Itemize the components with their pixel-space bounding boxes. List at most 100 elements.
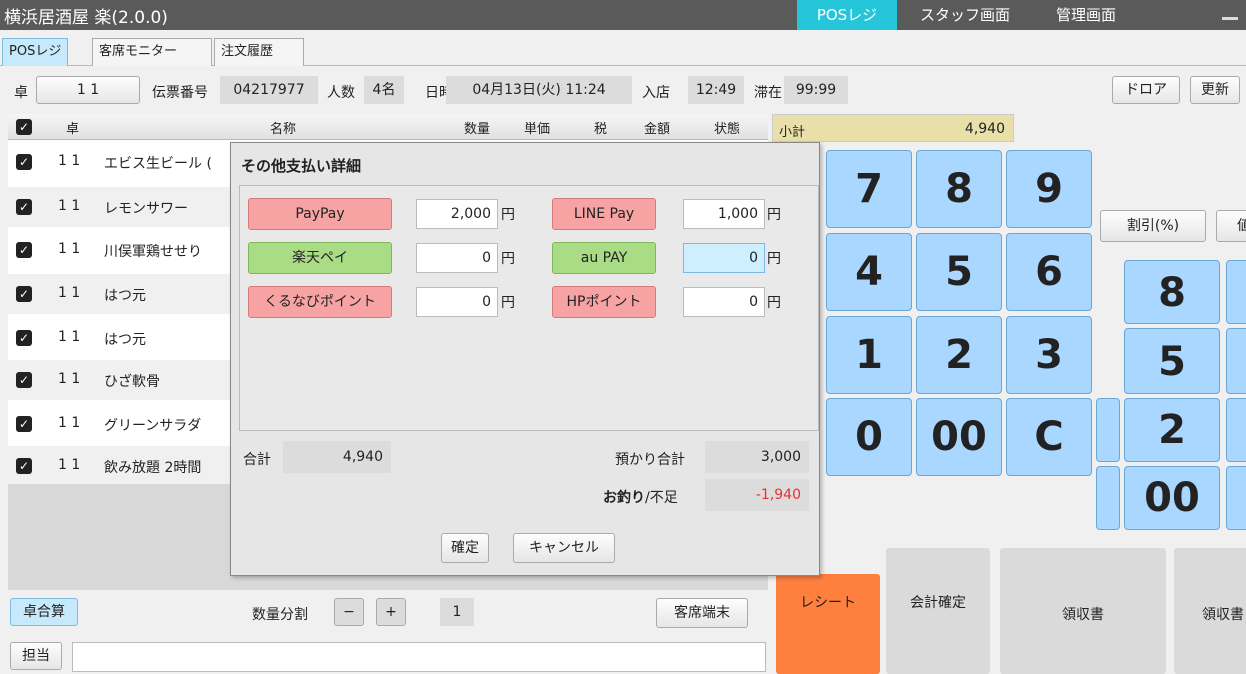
merge-tables-button[interactable]: 卓合算 <box>10 598 78 626</box>
row-table: 1 1 <box>58 153 81 169</box>
row-checkbox[interactable]: ✓ <box>16 154 32 170</box>
key-3[interactable]: 3 <box>1006 316 1092 394</box>
bg-key-left[interactable] <box>1096 466 1120 530</box>
yen-unit: 円 <box>767 251 781 267</box>
qty-minus-button[interactable]: − <box>334 598 364 626</box>
subtotal-label: 小計 <box>779 125 806 140</box>
bg-key-right[interactable] <box>1226 260 1246 324</box>
paypay-button[interactable]: PayPay <box>248 198 392 230</box>
invoice-button-2[interactable]: 領収書 <box>1174 548 1246 674</box>
bg-key-8[interactable]: 8 <box>1124 260 1220 324</box>
key-4[interactable]: 4 <box>826 233 912 311</box>
row-table: 1 1 <box>58 457 81 473</box>
total-value: 4,940 <box>283 441 391 473</box>
row-checkbox[interactable]: ✓ <box>16 199 32 215</box>
col-name: 名称 <box>270 122 297 137</box>
row-item-name: 飲み放題 2時間 <box>104 460 202 476</box>
select-all-checkbox[interactable]: ✓ <box>16 119 32 135</box>
hp-point-button[interactable]: HPポイント <box>552 286 656 318</box>
bg-key-5[interactable]: 5 <box>1124 328 1220 394</box>
refresh-button[interactable]: 更新 <box>1190 76 1240 104</box>
cancel-button[interactable]: キャンセル <box>513 533 615 563</box>
row-checkbox[interactable]: ✓ <box>16 330 32 346</box>
key-8[interactable]: 8 <box>916 150 1002 228</box>
aupay-button[interactable]: au PAY <box>552 242 656 274</box>
change-label-rest: /不足 <box>645 490 678 506</box>
key-2[interactable]: 2 <box>916 316 1002 394</box>
dialog-title: その他支払い詳細 <box>241 157 362 175</box>
key-6[interactable]: 6 <box>1006 233 1092 311</box>
key-clear[interactable]: C <box>1006 398 1092 476</box>
people-value: 4名 <box>364 76 404 104</box>
aupay-amount-input[interactable]: 0 <box>683 243 765 273</box>
qty-plus-button[interactable]: + <box>376 598 406 626</box>
row-table: 1 1 <box>58 329 81 345</box>
tab-pos[interactable]: POSレジ <box>2 38 69 66</box>
nav-staff[interactable]: スタッフ画面 <box>900 0 1030 30</box>
row-checkbox[interactable]: ✓ <box>16 242 32 258</box>
yen-unit: 円 <box>767 295 781 311</box>
staff-button[interactable]: 担当 <box>10 642 62 670</box>
bg-key-left[interactable] <box>1096 398 1120 462</box>
key-00[interactable]: 00 <box>916 398 1002 476</box>
change-value: -1,940 <box>705 479 809 511</box>
row-table: 1 1 <box>58 371 81 387</box>
receipt-button[interactable]: レシート <box>776 574 880 674</box>
rakuten-pay-button[interactable]: 楽天ペイ <box>248 242 392 274</box>
drawer-button[interactable]: ドロア <box>1112 76 1180 104</box>
row-checkbox[interactable]: ✓ <box>16 416 32 432</box>
table-select-button[interactable]: 1 1 <box>36 76 140 104</box>
tab-order-history[interactable]: 注文履歴 <box>214 38 304 66</box>
nav-admin[interactable]: 管理画面 <box>1036 0 1136 30</box>
gurunavi-point-button[interactable]: くるなびポイント <box>248 286 392 318</box>
checkout-confirm-button[interactable]: 会計確定 <box>886 548 990 674</box>
row-checkbox[interactable]: ✓ <box>16 286 32 302</box>
discount-value-button[interactable]: 値 <box>1216 210 1246 242</box>
row-item-name: はつ元 <box>104 332 146 348</box>
bg-key-right[interactable] <box>1226 398 1246 462</box>
row-item-name: 川俣軍鶏せせり <box>104 244 202 260</box>
nav-pos[interactable]: POSレジ <box>797 0 897 30</box>
staff-input[interactable] <box>72 642 766 672</box>
tab-bar: POSレジ 客席モニター 注文履歴 <box>0 30 1246 66</box>
tab-guest-monitor[interactable]: 客席モニター <box>92 38 212 66</box>
slip-value: 04217977 <box>220 76 318 104</box>
key-9[interactable]: 9 <box>1006 150 1092 228</box>
bg-key-2[interactable]: 2 <box>1124 398 1220 462</box>
key-1[interactable]: 1 <box>826 316 912 394</box>
slip-label: 伝票番号 <box>152 85 208 101</box>
change-label-bold: お釣り <box>603 490 645 506</box>
table-header: ✓ 卓 名称 数量 単価 税 金額 状態 <box>8 114 768 140</box>
bg-key-right[interactable] <box>1226 466 1246 530</box>
stay-label: 滞在 <box>754 85 782 101</box>
yen-unit: 円 <box>501 207 515 223</box>
discount-percent-button[interactable]: 割引(%) <box>1100 210 1206 242</box>
yen-unit: 円 <box>501 251 515 267</box>
row-table: 1 1 <box>58 285 81 301</box>
linepay-amount-input[interactable]: 1,000 <box>683 199 765 229</box>
bg-key-right[interactable] <box>1226 328 1246 394</box>
datetime-value: 04月13日(火) 11:24 <box>446 76 632 104</box>
rakuten-pay-amount-input[interactable]: 0 <box>416 243 498 273</box>
row-item-name: レモンサワー <box>104 201 188 217</box>
yen-unit: 円 <box>501 295 515 311</box>
row-checkbox[interactable]: ✓ <box>16 372 32 388</box>
gurunavi-point-amount-input[interactable]: 0 <box>416 287 498 317</box>
paypay-amount-input[interactable]: 2,000 <box>416 199 498 229</box>
key-7[interactable]: 7 <box>826 150 912 228</box>
other-payment-dialog: その他支払い詳細 PayPay 2,000 円 LINE Pay 1,000 円… <box>230 142 820 576</box>
stay-value: 99:99 <box>784 76 848 104</box>
key-0[interactable]: 0 <box>826 398 912 476</box>
col-qty: 数量 <box>464 122 491 137</box>
bg-key-00[interactable]: 00 <box>1124 466 1220 530</box>
invoice-button[interactable]: 領収書 <box>1000 548 1166 674</box>
minimize-icon[interactable] <box>1222 17 1238 20</box>
row-item-name: ひざ軟骨 <box>104 374 160 390</box>
hp-point-amount-input[interactable]: 0 <box>683 287 765 317</box>
guest-terminal-button[interactable]: 客席端末 <box>656 598 748 628</box>
key-5[interactable]: 5 <box>916 233 1002 311</box>
confirm-button[interactable]: 確定 <box>441 533 489 563</box>
subtotal-value: 4,940 <box>964 121 1005 137</box>
row-checkbox[interactable]: ✓ <box>16 458 32 474</box>
linepay-button[interactable]: LINE Pay <box>552 198 656 230</box>
